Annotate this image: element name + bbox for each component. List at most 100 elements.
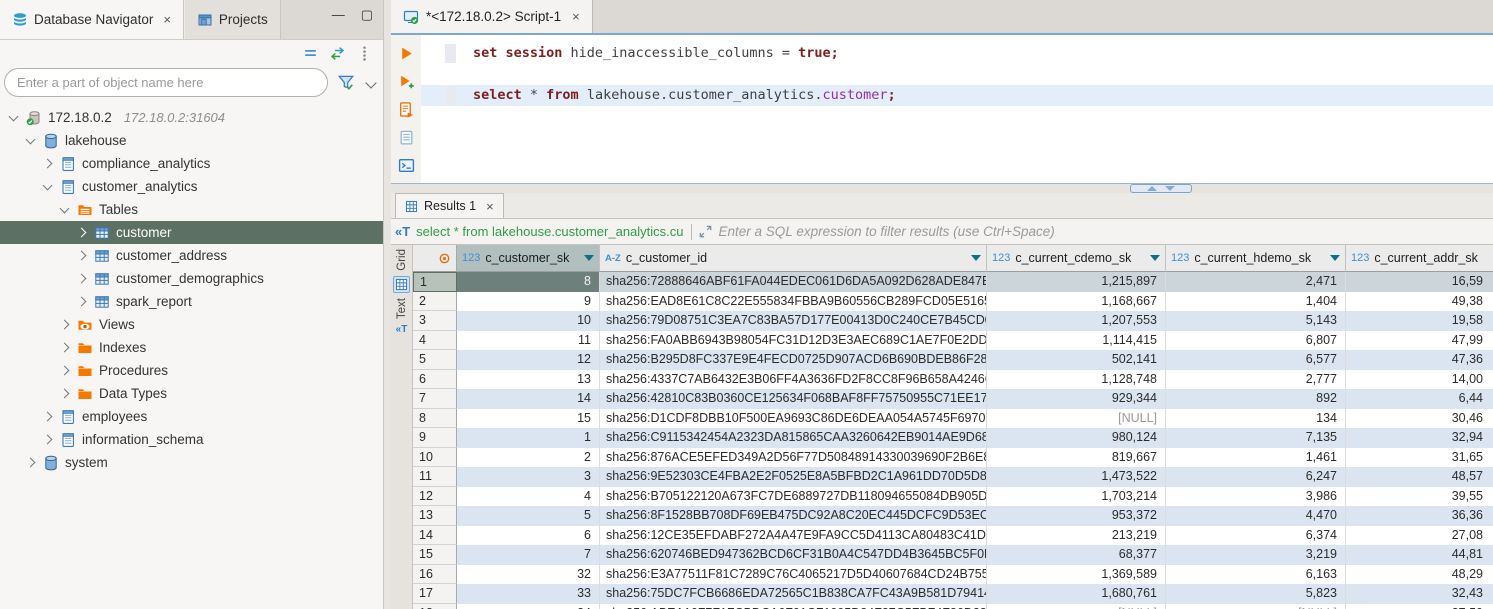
grid-cell[interactable]: 4 (457, 487, 600, 507)
grid-cell[interactable]: sha256:75DC7FCB6686EDA72565C1B838CA7FC43… (600, 584, 987, 604)
grid-cell[interactable]: 48,29 (1346, 565, 1493, 585)
column-header-c-current-addr-sk[interactable]: 123c_current_addr_sk (1346, 245, 1493, 272)
chevron-right-icon[interactable] (77, 251, 87, 261)
grid-cell[interactable]: 37,50 (1346, 604, 1493, 609)
grid-cell[interactable]: 4,470 (1166, 506, 1346, 526)
grid-cell[interactable]: 8 (457, 272, 600, 292)
filter-funnel-icon[interactable] (337, 73, 355, 91)
grid-cell[interactable]: 13 (457, 370, 600, 390)
chevron-right-icon[interactable] (60, 389, 70, 399)
expand-filter-icon[interactable] (698, 224, 713, 239)
grid-cell[interactable]: 32 (457, 565, 600, 585)
grid-cell[interactable]: 68,377 (987, 545, 1166, 565)
grid-cell[interactable]: 32,43 (1346, 584, 1493, 604)
grid-cell[interactable]: 14,00 (1346, 370, 1493, 390)
sql-line[interactable] (421, 64, 1493, 85)
chevron-down-icon[interactable] (60, 203, 70, 213)
grid-cell[interactable]: 15 (457, 409, 600, 429)
grid-cell[interactable]: sha256:79D08751C3EA7C83BA57D177E00413D0C… (600, 311, 987, 331)
row-number[interactable]: 18 (413, 604, 457, 609)
collapse-all-icon[interactable] (302, 45, 319, 62)
grid-cell[interactable]: 49,38 (1346, 292, 1493, 312)
grid-cell[interactable]: sha256:EAD8E61C8C22E555834FBBA9B60556CB2… (600, 292, 987, 312)
tree-item-tables[interactable]: Tables (0, 198, 383, 221)
grid-cell[interactable]: sha256:C9115342454A2323DA815865CAA326064… (600, 428, 987, 448)
grid-cell[interactable]: 2,471 (1166, 272, 1346, 292)
grid-cell[interactable]: 12 (457, 350, 600, 370)
grid-cell[interactable]: sha256:B705122120A673FC7DE6889727DB11809… (600, 487, 987, 507)
grid-cell[interactable]: 1,128,748 (987, 370, 1166, 390)
chevron-right-icon[interactable] (60, 320, 70, 330)
grid-cell[interactable]: 14 (457, 389, 600, 409)
collapse-up-icon[interactable] (1147, 186, 1157, 191)
splitter-collapse-control[interactable] (1130, 184, 1192, 193)
grid-cell[interactable]: sha256:D1CDF8DBB10F500EA9693C86DE6DEAA05… (600, 409, 987, 429)
tree-item-compliance-analytics[interactable]: compliance_analytics (0, 152, 383, 175)
grid-cell[interactable]: 39,55 (1346, 487, 1493, 507)
tree-item-information-schema[interactable]: information_schema (0, 428, 383, 451)
row-number[interactable]: 8 (413, 409, 457, 429)
tree-item-data-types[interactable]: Data Types (0, 382, 383, 405)
minimize-button[interactable]: — (332, 8, 345, 21)
grid-cell[interactable]: [NULL] (1166, 604, 1346, 609)
row-number[interactable]: 13 (413, 506, 457, 526)
grid-cell[interactable]: 3 (457, 467, 600, 487)
view-menu-icon[interactable] (356, 45, 373, 62)
grid-cell[interactable]: 6,247 (1166, 467, 1346, 487)
tree-item-customer[interactable]: customer (0, 221, 383, 244)
grid-cell[interactable]: 11 (457, 331, 600, 351)
grid-view-icon[interactable] (393, 276, 410, 293)
filter-expression-input[interactable] (719, 224, 1489, 239)
open-console-icon[interactable] (398, 157, 415, 174)
tree-item-procedures[interactable]: Procedures (0, 359, 383, 382)
grid-cell[interactable]: 30,46 (1346, 409, 1493, 429)
grid-cell[interactable]: 980,124 (987, 428, 1166, 448)
grid-cell[interactable]: 1,369,589 (987, 565, 1166, 585)
close-icon[interactable]: × (163, 12, 171, 27)
execute-script-icon[interactable] (398, 101, 415, 118)
chevron-right-icon[interactable] (77, 297, 87, 307)
grid-cell[interactable]: sha256:4337C7AB6432E3B06FF4A3636FD2F8CC8… (600, 370, 987, 390)
row-number[interactable]: 11 (413, 467, 457, 487)
chevron-down-icon[interactable] (365, 77, 376, 88)
grid-cell[interactable]: 1,680,761 (987, 584, 1166, 604)
grid-cell[interactable]: 929,344 (987, 389, 1166, 409)
sql-line-highlighted[interactable]: select * from lakehouse.customer_analyti… (421, 85, 1493, 106)
text-view-icon[interactable]: «T (396, 324, 408, 335)
grid-cell[interactable]: 44,81 (1346, 545, 1493, 565)
row-number[interactable]: 4 (413, 331, 457, 351)
grid-cell[interactable]: [NULL] (987, 409, 1166, 429)
grid-cell[interactable]: 134 (1166, 409, 1346, 429)
grid-cell[interactable]: sha256:12CE35EFDABF272A4A47E9FA9CC5D4113… (600, 526, 987, 546)
grid-cell[interactable]: 5,823 (1166, 584, 1346, 604)
sql-line[interactable]: set session hide_inaccessible_columns = … (421, 43, 1493, 64)
row-number[interactable]: 1 (413, 272, 457, 292)
grid-cell[interactable]: 6,163 (1166, 565, 1346, 585)
chevron-right-icon[interactable] (77, 228, 87, 238)
row-number[interactable]: 6 (413, 370, 457, 390)
row-number[interactable]: 2 (413, 292, 457, 312)
grid-cell[interactable]: 6,44 (1346, 389, 1493, 409)
grid-corner-cell[interactable] (413, 245, 457, 272)
chevron-right-icon[interactable] (77, 274, 87, 284)
chevron-right-icon[interactable] (43, 435, 53, 445)
maximize-button[interactable]: ▢ (361, 8, 373, 21)
grid-cell[interactable]: 1,461 (1166, 448, 1346, 468)
tab-results-1[interactable]: Results 1 × (395, 193, 504, 218)
execute-statement-icon[interactable] (398, 45, 415, 62)
tree-item-172-18-0-2[interactable]: 172.18.0.2172.18.0.2:31604 (0, 106, 383, 129)
grid-cell[interactable]: 2 (457, 448, 600, 468)
grid-cell[interactable]: 1,207,553 (987, 311, 1166, 331)
tree-item-employees[interactable]: employees (0, 405, 383, 428)
sql-code-area[interactable]: set session hide_inaccessible_columns = … (421, 35, 1493, 183)
grid-cell[interactable]: 1,114,415 (987, 331, 1166, 351)
grid-cell[interactable]: sha256:876ACE5EFED349A2D56F77D5084891433… (600, 448, 987, 468)
row-number[interactable]: 15 (413, 545, 457, 565)
grid-cell[interactable]: 33 (457, 584, 600, 604)
side-tab-text-label[interactable]: Text (396, 298, 408, 319)
grid-cell[interactable]: sha256:8F1528BB708DF69EB475DC92A8C20EC44… (600, 506, 987, 526)
row-number[interactable]: 5 (413, 350, 457, 370)
grid-cell[interactable]: 7 (457, 545, 600, 565)
grid-cell[interactable]: sha256:B295D8FC337E9E4FECD0725D907ACD6B6… (600, 350, 987, 370)
grid-cell[interactable]: 953,372 (987, 506, 1166, 526)
